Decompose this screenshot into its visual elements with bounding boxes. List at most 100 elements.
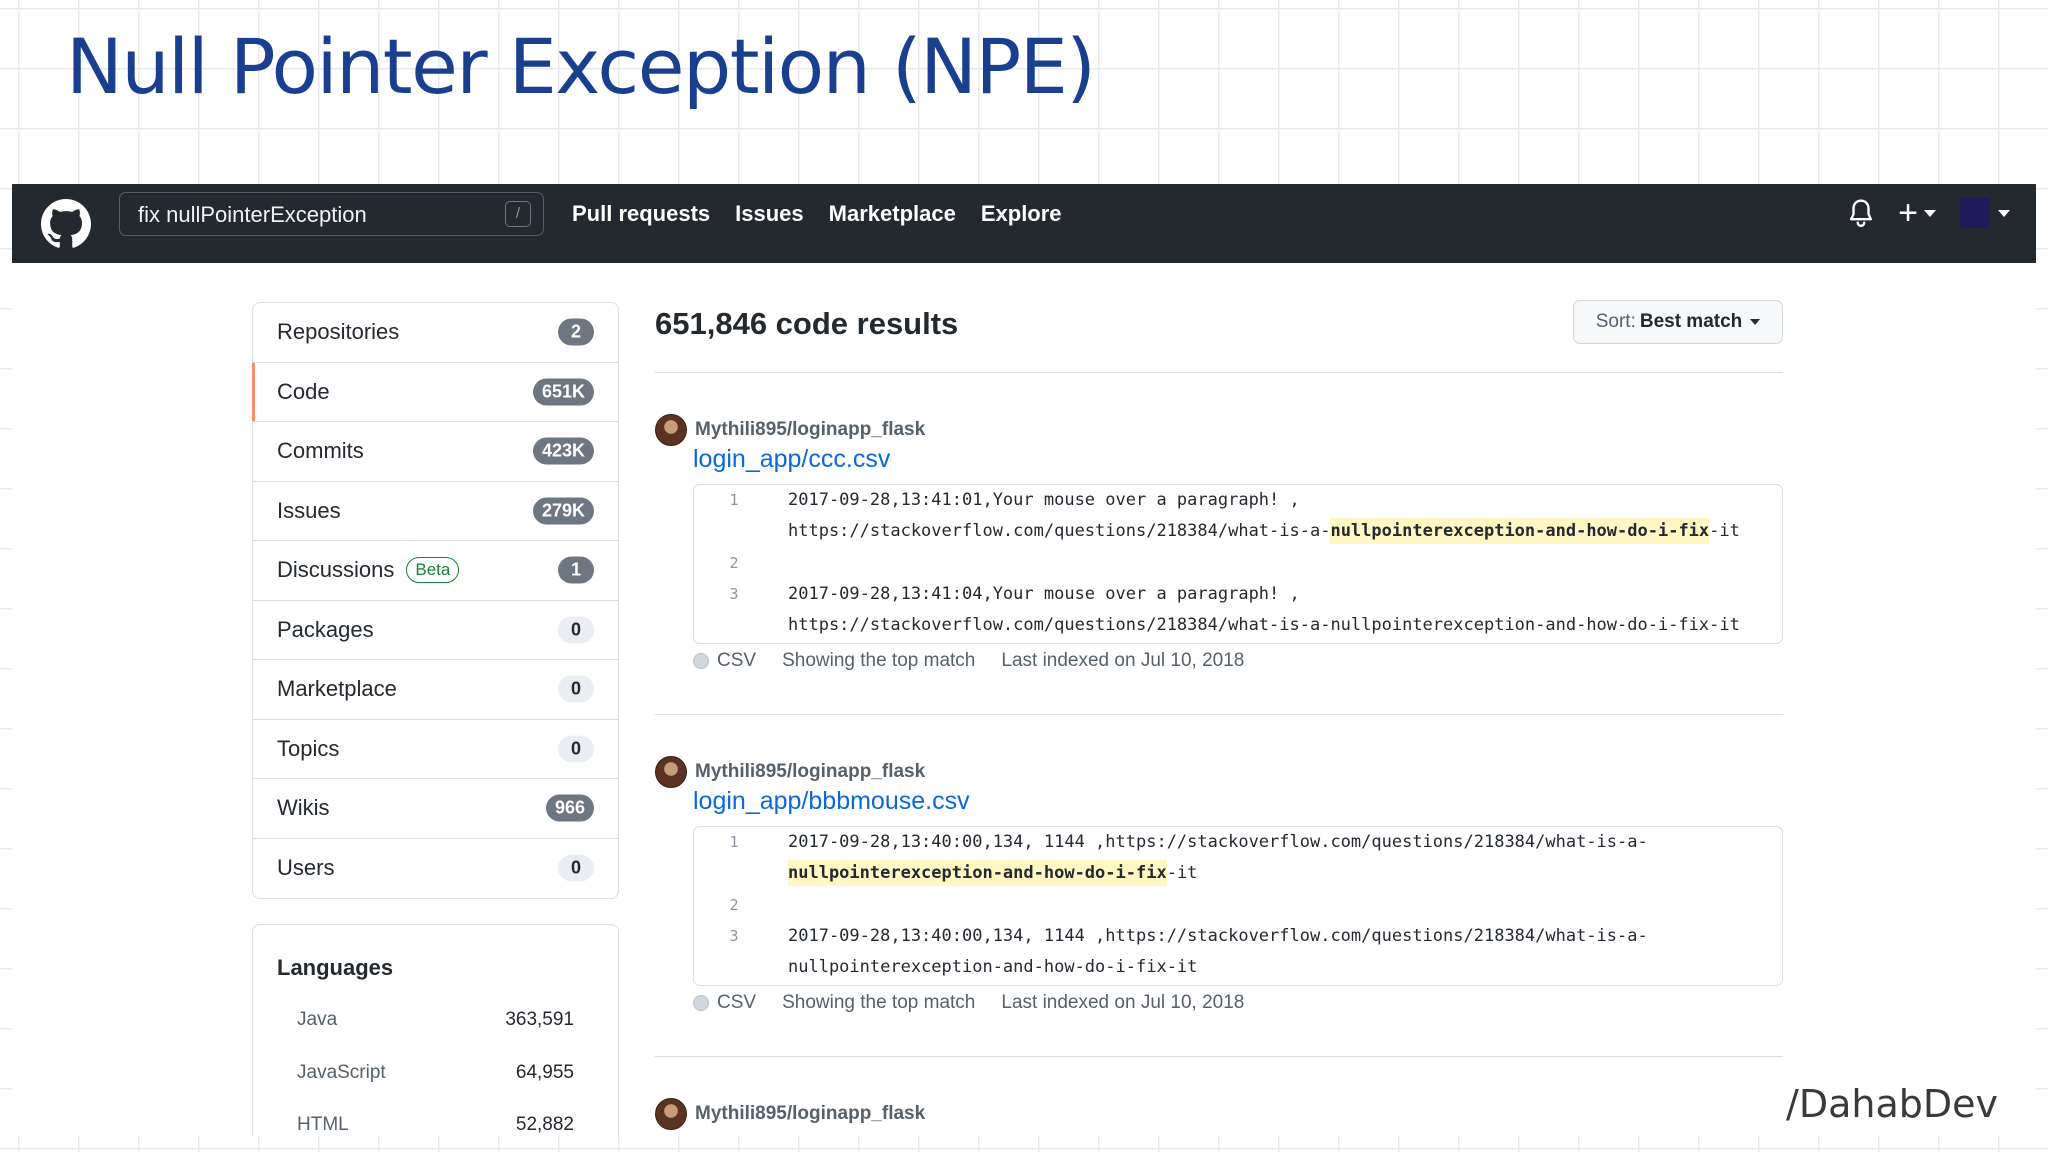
- languages-title: Languages: [277, 955, 394, 980]
- nav-marketplace[interactable]: Marketplace: [829, 201, 956, 227]
- avatar[interactable]: [655, 1098, 687, 1130]
- code-snippet: 1 2017-09-28,13:40:00,134, 1144 ,https:/…: [693, 826, 1783, 986]
- language-label: CSV: [717, 992, 757, 1013]
- github-header: fix nullPointerException / Pull requests…: [12, 184, 2036, 263]
- line-number[interactable]: 2: [714, 896, 754, 914]
- count-badge: 0: [558, 735, 594, 763]
- filter-label: Code: [277, 378, 330, 404]
- filter-topics[interactable]: Topics 0: [253, 720, 618, 779]
- repo-line: Mythili895/loginapp_flask: [655, 1098, 925, 1130]
- count-badge: 423K: [532, 437, 594, 465]
- repo-link[interactable]: Mythili895/loginapp_flask: [695, 1103, 925, 1125]
- filter-users[interactable]: Users 0: [253, 839, 618, 899]
- filter-label: Packages: [277, 616, 374, 642]
- plus-icon: +: [1898, 194, 1918, 232]
- filter-label: Topics: [277, 735, 340, 761]
- divider: [655, 714, 1783, 715]
- search-input[interactable]: fix nullPointerException /: [119, 192, 544, 236]
- repo-link[interactable]: Mythili895/loginapp_flask: [695, 419, 925, 441]
- repo-line: Mythili895/loginapp_flask: [655, 414, 925, 446]
- sort-dropdown[interactable]: Sort: Best match: [1573, 300, 1783, 344]
- filter-code[interactable]: Code 651K: [251, 362, 618, 422]
- result-meta: CSV Showing the top match Last indexed o…: [693, 650, 1244, 672]
- search-shortcut-key: /: [505, 201, 531, 227]
- count-badge: 966: [545, 794, 594, 822]
- languages-panel: Languages Java 363,591 JavaScript 64,955…: [252, 924, 619, 1136]
- match-note: Showing the top match: [782, 650, 976, 671]
- bell-icon[interactable]: [1848, 198, 1874, 228]
- watermark: /DahabDev: [1786, 1082, 1998, 1126]
- repo-link[interactable]: Mythili895/loginapp_flask: [695, 761, 925, 783]
- filter-label: Repositories: [277, 319, 400, 345]
- match-note: Showing the top match: [782, 992, 976, 1013]
- indexed-date: Last indexed on Jul 10, 2018: [1001, 650, 1245, 671]
- search-highlight: nullpointerexception-and-how-do-i-fix: [788, 860, 1167, 886]
- search-type-filter: Repositories 2 Code 651K Commits 423K Is…: [251, 302, 619, 899]
- file-link[interactable]: login_app/bbbmouse.csv: [693, 787, 970, 816]
- line-number[interactable]: 3: [714, 585, 754, 603]
- count-badge: 0: [558, 854, 594, 882]
- code-line: https://stackoverflow.com/questions/2183…: [694, 516, 1782, 547]
- code-line: https://stackoverflow.com/questions/2183…: [788, 615, 1740, 635]
- code-line: nullpointerexception-and-how-do-i-fix-it: [694, 858, 1782, 889]
- search-input-value: fix nullPointerException: [138, 202, 367, 227]
- header-nav: Pull requests Issues Marketplace Explore: [572, 201, 1062, 227]
- filter-packages[interactable]: Packages 0: [253, 601, 618, 660]
- language-item-javascript[interactable]: JavaScript 64,955: [297, 1062, 574, 1092]
- language-item-html[interactable]: HTML 52,882: [297, 1114, 574, 1136]
- avatar[interactable]: [655, 414, 687, 446]
- avatar[interactable]: [655, 756, 687, 788]
- code-line: nullpointerexception-and-how-do-i-fix-it: [788, 957, 1198, 977]
- count-badge: 651K: [532, 378, 594, 406]
- nav-issues[interactable]: Issues: [735, 201, 804, 227]
- code-line: 3 2017-09-28,13:40:00,134, 1144 ,https:/…: [694, 921, 1782, 952]
- filter-label: Wikis: [277, 795, 330, 821]
- filter-commits[interactable]: Commits 423K: [253, 422, 618, 482]
- filter-marketplace[interactable]: Marketplace 0: [253, 660, 618, 720]
- user-menu[interactable]: [1960, 198, 2010, 228]
- line-number[interactable]: 1: [714, 491, 754, 509]
- code-line: 3 2017-09-28,13:41:04,Your mouse over a …: [694, 579, 1782, 610]
- code-snippet: 1 2017-09-28,13:41:01,Your mouse over a …: [693, 484, 1783, 644]
- filter-issues[interactable]: Issues 279K: [253, 482, 618, 541]
- count-badge: 279K: [532, 497, 594, 525]
- language-count: 363,591: [505, 1009, 574, 1030]
- beta-badge: Beta: [406, 557, 460, 584]
- language-count: 52,882: [515, 1114, 574, 1135]
- filter-label: Commits: [277, 438, 364, 464]
- repo-line: Mythili895/loginapp_flask: [655, 756, 925, 788]
- count-badge: 2: [558, 318, 594, 346]
- github-logo-icon[interactable]: [41, 199, 91, 249]
- language-name: JavaScript: [297, 1062, 386, 1083]
- language-count: 64,955: [515, 1062, 574, 1083]
- code-line: 1 2017-09-28,13:41:01,Your mouse over a …: [694, 485, 1782, 516]
- filter-wikis[interactable]: Wikis 966: [253, 779, 618, 839]
- avatar: [1960, 198, 1990, 228]
- filter-discussions[interactable]: Discussions Beta 1: [253, 541, 618, 601]
- code-line: 2: [694, 890, 1782, 921]
- header-actions: +: [1848, 194, 2010, 232]
- filter-label: Users: [277, 855, 335, 881]
- create-new-menu[interactable]: +: [1898, 194, 1936, 232]
- result-meta: CSV Showing the top match Last indexed o…: [693, 992, 1244, 1014]
- line-number[interactable]: 2: [714, 554, 754, 572]
- language-color-dot: [693, 653, 709, 669]
- divider: [655, 372, 1783, 373]
- slide-title: Null Pointer Exception (NPE): [66, 22, 1096, 111]
- language-label: CSV: [717, 650, 757, 671]
- count-badge: 0: [558, 616, 594, 644]
- line-number[interactable]: 3: [714, 927, 754, 945]
- code-line: 2: [694, 548, 1782, 579]
- line-number[interactable]: 1: [714, 833, 754, 851]
- search-highlight: nullpointerexception-and-how-do-i-fix: [1330, 518, 1710, 544]
- chevron-down-icon: [1924, 209, 1936, 217]
- language-item-java[interactable]: Java 363,591: [297, 1009, 574, 1039]
- chevron-down-icon: [1750, 319, 1761, 325]
- nav-explore[interactable]: Explore: [981, 201, 1062, 227]
- indexed-date: Last indexed on Jul 10, 2018: [1001, 992, 1245, 1013]
- language-name: HTML: [297, 1114, 349, 1135]
- filter-repositories[interactable]: Repositories 2: [253, 303, 618, 363]
- language-color-dot: [693, 995, 709, 1011]
- file-link[interactable]: login_app/ccc.csv: [693, 445, 890, 474]
- nav-pull-requests[interactable]: Pull requests: [572, 201, 710, 227]
